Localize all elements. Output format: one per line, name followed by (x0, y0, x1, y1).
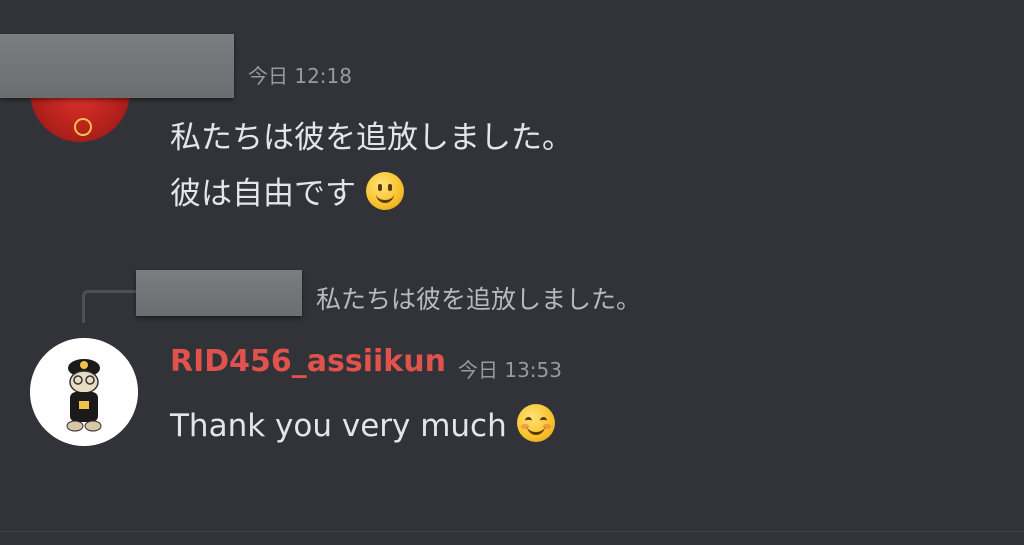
username[interactable]: RID456_assiikun (170, 344, 446, 379)
message-text: 彼は自由です (170, 176, 356, 212)
smiling-face-with-smiling-eyes-icon (516, 404, 555, 442)
redacted-username (0, 34, 234, 98)
reply-preview-text[interactable]: 私たちは彼を追放しました。 (316, 280, 641, 316)
slightly-smiling-face-icon (366, 172, 404, 210)
user-avatar[interactable] (30, 338, 138, 446)
cat-avatar-icon (30, 338, 138, 446)
message-timestamp: 今日 13:53 (458, 358, 562, 382)
redacted-reply-author (136, 270, 302, 316)
divider (0, 531, 1024, 532)
message-text-line-2: 彼は自由です (170, 168, 404, 213)
message-text-row: Thank you very much (170, 404, 555, 444)
message-text: Thank you very much (170, 408, 507, 444)
message-timestamp: 今日 12:18 (248, 64, 352, 88)
reply-connector-line (82, 290, 139, 323)
message-text: 私たちは彼を追放しました。 (170, 120, 573, 156)
